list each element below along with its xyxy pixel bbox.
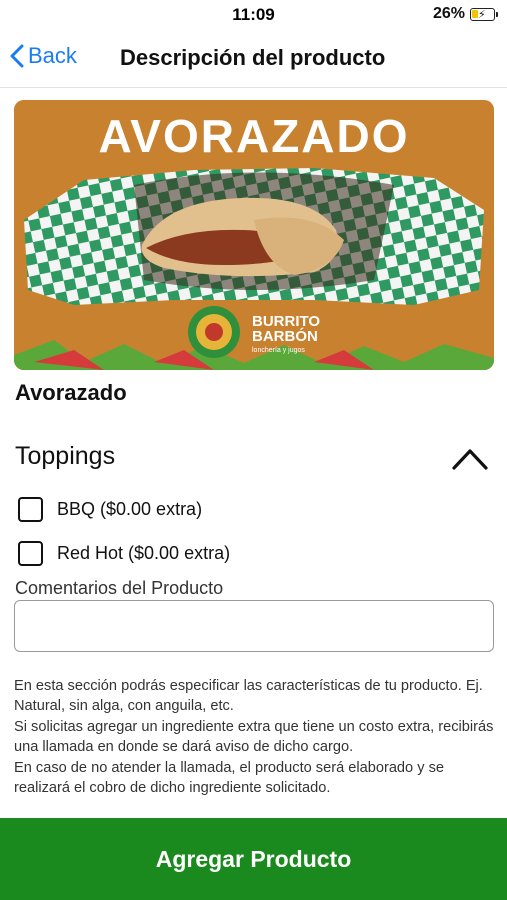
page-title: Descripción del producto <box>120 45 386 70</box>
back-button[interactable]: Back <box>10 43 77 69</box>
help-paragraph: En esta sección podrás especificar las c… <box>14 678 483 715</box>
brand-line-2: BARBÓN <box>252 327 318 345</box>
help-paragraph: Si solicitas agregar un ingrediente extr… <box>14 718 494 756</box>
help-paragraph: En caso de no atender la llamada, el pro… <box>14 759 444 797</box>
product-name: Avorazado <box>15 380 127 405</box>
help-text: En esta sección podrás especificar las c… <box>14 676 494 798</box>
checkbox[interactable] <box>18 541 43 566</box>
topping-label: BBQ ($0.00 extra) <box>57 499 203 519</box>
chevron-left-icon <box>10 44 24 68</box>
status-time: 11:09 <box>232 5 275 24</box>
comments-input[interactable] <box>14 600 494 652</box>
product-image: AVORAZADO BURRITO BARBÓN lonchería y jug… <box>14 100 494 370</box>
topping-option-bbq[interactable]: BBQ ($0.00 extra) <box>18 497 202 522</box>
brand-tagline: lonchería y jugos <box>252 347 305 354</box>
product-illustration: AVORAZADO BURRITO BARBÓN lonchería y jug… <box>14 100 494 370</box>
battery-percent: 26% <box>432 5 465 22</box>
checkbox[interactable] <box>18 497 43 522</box>
status-bar: 11:09 26% ⚡ <box>0 0 507 30</box>
add-product-button[interactable]: Agregar Producto <box>0 818 507 900</box>
nav-bar: Back Descripción del producto <box>0 30 507 88</box>
topping-option-red-hot[interactable]: Red Hot ($0.00 extra) <box>18 541 230 566</box>
back-label: Back <box>28 43 77 68</box>
toppings-header[interactable]: Toppings <box>15 442 493 478</box>
comments-label: Comentarios del Producto <box>15 578 224 598</box>
battery-icon: ⚡ <box>470 7 498 21</box>
hero-headline: AVORAZADO <box>98 110 409 162</box>
chevron-up-icon[interactable] <box>451 446 489 472</box>
status-indicators: 26% ⚡ <box>432 5 498 23</box>
toppings-title: Toppings <box>15 442 116 470</box>
topping-label: Red Hot ($0.00 extra) <box>57 543 231 563</box>
